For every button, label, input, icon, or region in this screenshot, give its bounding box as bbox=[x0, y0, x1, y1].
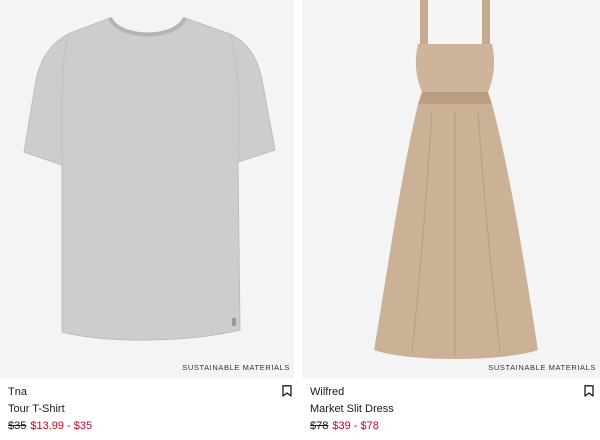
product-image-dress[interactable]: SUSTAINABLE MATERIALS bbox=[302, 0, 600, 378]
product-card-tour-tshirt[interactable]: SUSTAINABLE MATERIALS Tna Tour T-Shirt $… bbox=[0, 0, 294, 440]
product-price: $35 $13.99 - $35 bbox=[8, 418, 288, 434]
product-brand: Wilfred bbox=[310, 386, 345, 398]
product-image-tshirt[interactable]: SUSTAINABLE MATERIALS bbox=[0, 0, 294, 378]
tshirt-illustration bbox=[23, 16, 276, 341]
original-price: $35 bbox=[8, 420, 27, 432]
bookmark-icon[interactable] bbox=[282, 385, 292, 397]
product-price: $78 $39 - $78 bbox=[310, 418, 594, 434]
product-info: Tna Tour T-Shirt $35 $13.99 - $35 bbox=[8, 384, 288, 434]
sustainable-materials-badge: SUSTAINABLE MATERIALS bbox=[182, 363, 290, 372]
sustainable-materials-badge: SUSTAINABLE MATERIALS bbox=[488, 363, 596, 372]
sale-price: $39 - $78 bbox=[332, 420, 379, 432]
original-price: $78 bbox=[310, 420, 329, 432]
product-info: Wilfred Market Slit Dress $78 $39 - $78 bbox=[310, 384, 594, 434]
product-name-link[interactable]: Market Slit Dress bbox=[310, 401, 594, 417]
product-brand: Tna bbox=[8, 386, 27, 398]
sale-price: $13.99 - $35 bbox=[30, 420, 93, 432]
product-name-link[interactable]: Tour T-Shirt bbox=[8, 401, 288, 417]
product-card-market-slit-dress[interactable]: SUSTAINABLE MATERIALS Wilfred Market Sli… bbox=[302, 0, 600, 440]
bookmark-icon[interactable] bbox=[584, 385, 594, 397]
dress-illustration bbox=[374, 0, 538, 359]
